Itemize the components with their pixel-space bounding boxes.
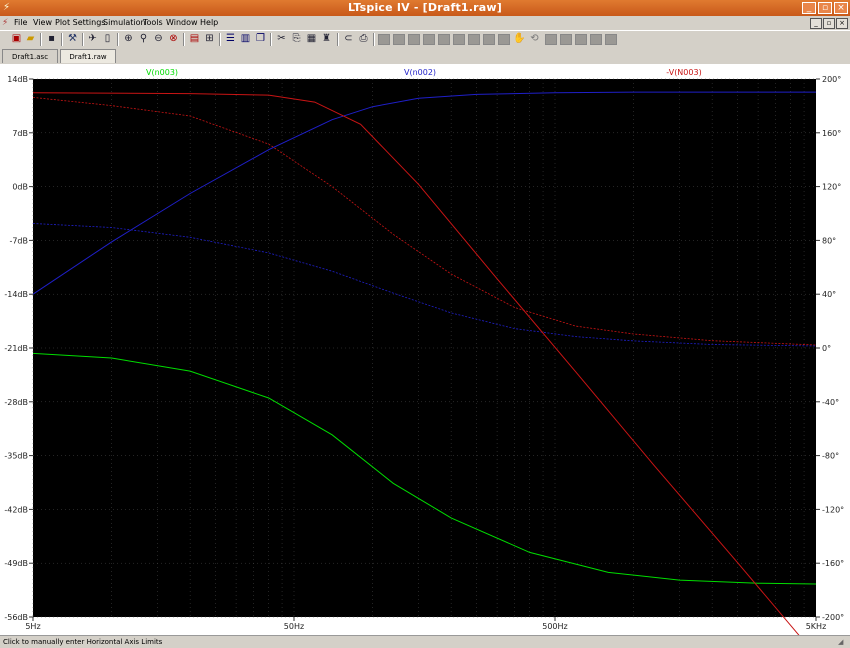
right-axis-tick-label: 0° — [822, 344, 831, 353]
toolbar: ▣ ▰ ▪ ⚒ ✈ ▯ ⊕ ⚲ ⊖ ⊗ ▤ ⊞ ☰ ▥ ❐ ✂ ⎘ ▦ ♜ ⊂ … — [0, 30, 850, 48]
right-axis-tick-label: 40° — [822, 290, 836, 299]
control-panel-icon[interactable]: ⚒ — [66, 33, 79, 45]
open-icon[interactable]: ▰ — [24, 33, 37, 45]
disabled-tool-icon — [453, 34, 465, 45]
mdi-minimize-button[interactable]: _ — [810, 18, 822, 29]
right-axis-tick-label: 160° — [822, 129, 841, 138]
menu-simulation[interactable]: Simulation — [103, 18, 146, 27]
print-icon[interactable]: ⎙ — [357, 33, 370, 45]
menu-help[interactable]: Help — [200, 18, 218, 27]
disabled-tool-icon — [438, 34, 450, 45]
x-axis-tick-label: 5KHz — [806, 622, 827, 631]
print-preview-icon[interactable]: ⊂ — [342, 33, 355, 45]
tile-horizontal-icon[interactable]: ☰ — [224, 33, 237, 45]
right-axis-tick-label: -200° — [822, 613, 844, 622]
window-title: LTspice IV - [Draft1.raw] — [348, 1, 502, 14]
menu-file[interactable]: File — [14, 18, 27, 27]
copy-icon[interactable]: ⎘ — [290, 33, 303, 45]
menu-window[interactable]: Window — [166, 18, 198, 27]
right-axis-tick-label: 120° — [822, 183, 841, 192]
left-axis-tick-label: -35dB — [4, 452, 28, 461]
x-axis-tick-label: 500Hz — [542, 622, 567, 631]
left-axis-tick-label: -42dB — [4, 505, 28, 514]
trace-label[interactable]: V(n003) — [146, 68, 178, 77]
left-axis-tick-label: -14dB — [4, 290, 28, 299]
mdi-restore-button[interactable]: ▫ — [823, 18, 835, 29]
autorange-icon[interactable]: ▤ — [188, 33, 201, 45]
mdi-controls: _ ▫ × — [809, 18, 848, 29]
left-axis-tick-label: -21dB — [4, 344, 28, 353]
zoom-fit-icon[interactable]: ⊗ — [167, 33, 180, 45]
right-axis-tick-label: 200° — [822, 75, 841, 84]
disabled-tool-icon — [590, 34, 602, 45]
cascade-icon[interactable]: ❐ — [254, 33, 267, 45]
left-axis-tick-label: -49dB — [4, 559, 28, 568]
pan-icon[interactable]: ⚲ — [137, 33, 150, 45]
disabled-tool-icon — [560, 34, 572, 45]
tile-vertical-icon[interactable]: ▥ — [239, 33, 252, 45]
right-axis-tick-label: -160° — [822, 559, 844, 568]
maximize-button[interactable]: ▫ — [818, 2, 832, 14]
right-axis-tick-label: -40° — [822, 398, 839, 407]
rotate-icon: ⟲ — [530, 33, 539, 44]
left-axis-tick-label: -28dB — [4, 398, 28, 407]
paste-icon[interactable]: ▦ — [305, 33, 318, 45]
left-axis-tick-label: 7dB — [12, 129, 28, 138]
tab-draft1-asc[interactable]: Draft1.asc — [2, 49, 58, 63]
zoom-in-icon[interactable]: ⊕ — [122, 33, 135, 45]
left-axis-tick-label: -56dB — [4, 613, 28, 622]
find-icon[interactable]: ♜ — [320, 33, 333, 45]
menu-bar: ⚡ File View Plot Settings Simulation Too… — [0, 16, 850, 30]
bode-plot[interactable]: 14dB 7dB 0dB -7dB -14dB -21dB -28dB -35dB -42dB -… — [0, 64, 850, 635]
cut-icon[interactable]: ✂ — [275, 33, 288, 45]
menu-tools[interactable]: Tools — [143, 18, 163, 27]
title-bar: ⚡ LTspice IV - [Draft1.raw] _ ▫ × — [0, 0, 850, 16]
mdi-close-button[interactable]: × — [836, 18, 848, 29]
status-bar: Click to manually enter Horizontal Axis … — [0, 635, 850, 648]
disabled-tool-icon — [498, 34, 510, 45]
save-icon[interactable]: ▪ — [45, 33, 58, 45]
resize-grip-icon[interactable]: ◢ — [838, 638, 846, 646]
waveform-viewer[interactable]: 14dB 7dB 0dB -7dB -14dB -21dB -28dB -35dB -42dB -… — [0, 64, 850, 635]
run-icon[interactable]: ✈ — [86, 33, 99, 45]
disabled-tool-icon — [605, 34, 617, 45]
left-axis-tick-label: -7dB — [9, 236, 28, 245]
x-axis-tick-label: 5Hz — [25, 622, 40, 631]
right-axis-tick-label: -120° — [822, 505, 844, 514]
mdi-child-icon[interactable]: ⚡ — [2, 18, 8, 28]
menu-view[interactable]: View — [33, 18, 52, 27]
left-axis-tick-label: 14dB — [7, 75, 28, 84]
minimize-button[interactable]: _ — [802, 2, 816, 14]
disabled-tool-icon — [378, 34, 390, 45]
disabled-tool-icon — [575, 34, 587, 45]
disabled-tool-icon — [468, 34, 480, 45]
disabled-tool-icon — [393, 34, 405, 45]
plot-area[interactable] — [33, 79, 816, 617]
trace-label[interactable]: -V(N003) — [666, 68, 701, 77]
tab-draft1-raw[interactable]: Draft1.raw — [60, 49, 116, 63]
zoom-out-icon[interactable]: ⊖ — [152, 33, 165, 45]
new-schematic-icon[interactable]: ▣ — [10, 33, 23, 45]
trace-label[interactable]: V(n002) — [404, 68, 436, 77]
disabled-tool-icon — [483, 34, 495, 45]
disabled-tool-icon — [408, 34, 420, 45]
grid-icon[interactable]: ⊞ — [203, 33, 216, 45]
halt-icon[interactable]: ▯ — [101, 33, 114, 45]
right-axis-tick-label: -80° — [822, 452, 839, 461]
status-text: Click to manually enter Horizontal Axis … — [3, 638, 163, 646]
right-axis-tick-label: 80° — [822, 236, 836, 245]
x-axis-tick-label: 50Hz — [284, 622, 304, 631]
hand-icon: ✋ — [513, 33, 526, 44]
close-button[interactable]: × — [834, 2, 848, 14]
disabled-tool-icon — [423, 34, 435, 45]
disabled-tool-icon — [545, 34, 557, 45]
document-tabs: Draft1.asc Draft1.raw — [0, 48, 850, 64]
menu-plot-settings[interactable]: Plot Settings — [55, 18, 105, 27]
left-axis-tick-label: 0dB — [12, 183, 28, 192]
